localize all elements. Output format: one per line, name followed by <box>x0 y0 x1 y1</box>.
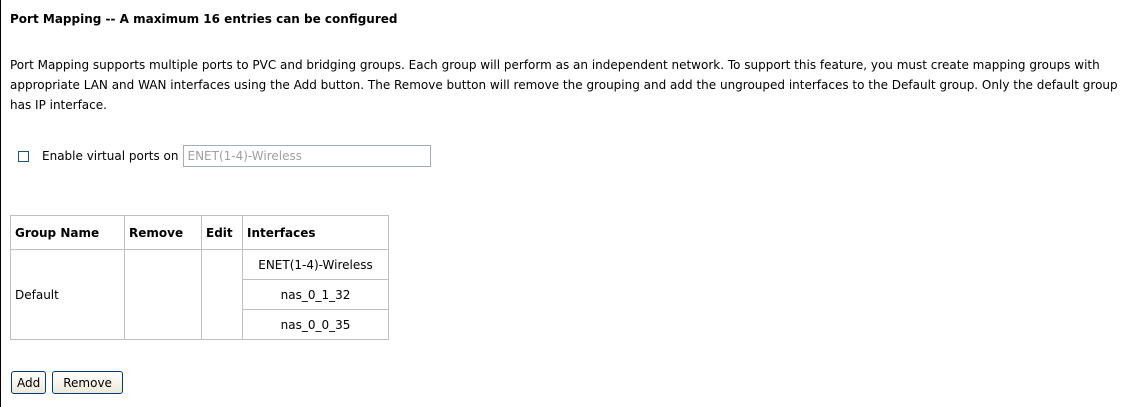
header-group-name: Group Name <box>10 215 125 250</box>
add-button[interactable]: Add <box>11 371 47 394</box>
enable-virtual-ports-label: Enable virtual ports on <box>42 149 179 163</box>
header-interfaces: Interfaces <box>242 215 389 250</box>
remove-button[interactable]: Remove <box>52 371 123 394</box>
edit-cell <box>201 249 243 340</box>
header-remove: Remove <box>124 215 202 250</box>
action-buttons: Add Remove <box>11 371 123 394</box>
page-title: Port Mapping -- A maximum 16 entries can… <box>10 12 398 26</box>
interface-cell: nas_0_1_32 <box>242 279 389 310</box>
header-edit: Edit <box>201 215 243 250</box>
page-description: Port Mapping supports multiple ports to … <box>10 58 1118 112</box>
enable-virtual-ports-checkbox[interactable] <box>18 150 29 162</box>
virtual-ports-input[interactable] <box>183 145 432 167</box>
remove-cell <box>124 249 202 340</box>
table-header-row: Group Name Remove Edit Interfaces <box>10 215 389 250</box>
interface-cell: ENET(1-4)-Wireless <box>242 249 389 280</box>
group-name-cell: Default <box>10 249 125 340</box>
table-row: Default ENET(1-4)-Wireless <box>10 249 389 340</box>
interface-cell: nas_0_0_35 <box>242 309 389 340</box>
virtual-ports-row: Enable virtual ports on <box>18 145 432 167</box>
group-table: Group Name Remove Edit Interfaces Defaul… <box>10 215 389 340</box>
